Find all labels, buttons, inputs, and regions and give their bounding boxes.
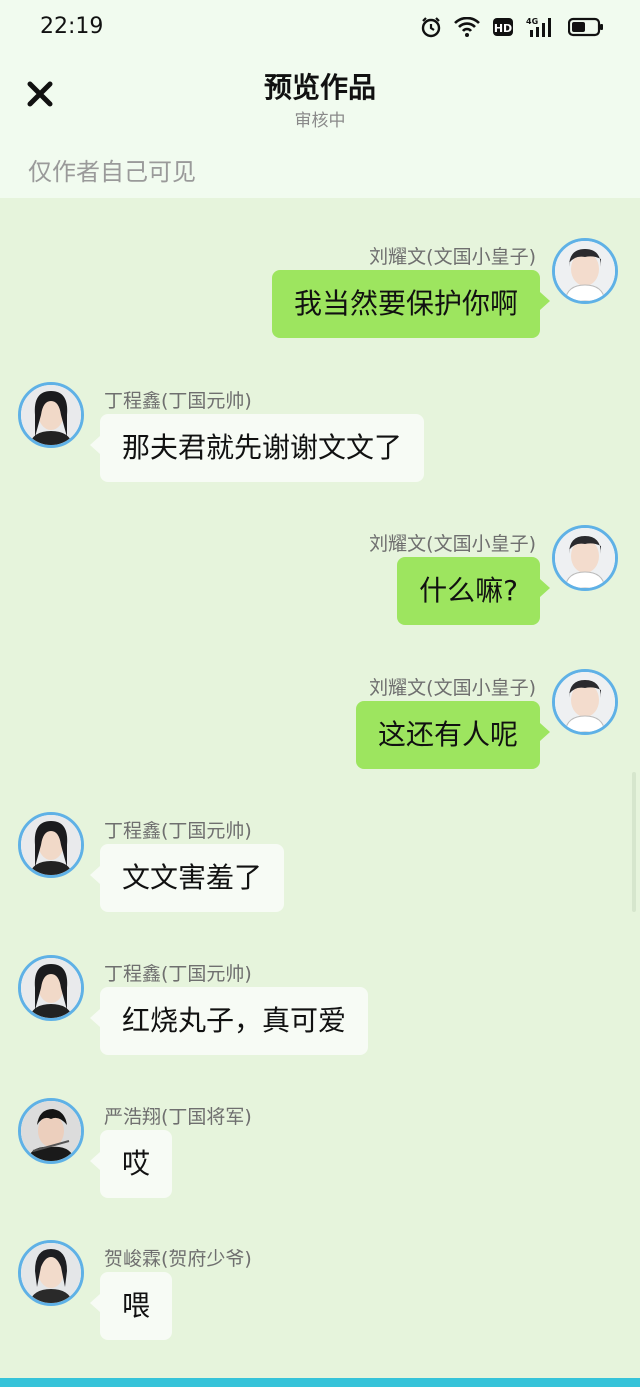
header: 预览作品 审核中 仅作者自己可见 [0, 56, 640, 198]
message-bubble[interactable]: 我当然要保护你啊 [271, 270, 551, 338]
avatar[interactable] [552, 669, 618, 735]
sender-name: 丁程鑫(丁国元帅) [104, 963, 252, 985]
bottom-accent-bar [0, 1378, 640, 1387]
message-bubble[interactable]: 哎 [89, 1130, 173, 1198]
network-label: 4G [526, 17, 538, 26]
avatar[interactable] [18, 955, 84, 1021]
hd-icon: HD [492, 17, 514, 37]
sender-name: 丁程鑫(丁国元帅) [104, 390, 252, 412]
avatar[interactable] [18, 1098, 84, 1164]
status-bar: 22:19 HD 4G [0, 0, 640, 56]
message-bubble[interactable]: 什么嘛? [397, 557, 550, 625]
sender-name: 刘耀文(文国小皇子) [369, 677, 536, 699]
wifi-icon [454, 17, 480, 37]
sender-name: 刘耀文(文国小皇子) [369, 246, 536, 268]
avatar[interactable] [552, 525, 618, 591]
message-bubble[interactable]: 那夫君就先谢谢文文了 [89, 414, 425, 482]
avatar[interactable] [18, 812, 84, 878]
sender-name: 刘耀文(文国小皇子) [369, 533, 536, 555]
scrollbar-thumb[interactable] [632, 772, 636, 912]
battery-icon [568, 17, 604, 37]
sender-name: 严浩翔(丁国将军) [104, 1106, 252, 1128]
status-time: 22:19 [40, 14, 104, 39]
visibility-note: 仅作者自己可见 [28, 158, 196, 186]
page-title: 预览作品 [263, 71, 376, 104]
hd-label: HD [494, 22, 512, 35]
avatar[interactable] [552, 238, 618, 304]
avatar[interactable] [18, 382, 84, 448]
status-icons: HD 4G [420, 16, 604, 38]
message-bubble[interactable]: 这还有人呢 [355, 701, 551, 769]
message-bubble[interactable]: 喂 [89, 1272, 173, 1340]
sender-name: 贺峻霖(贺府少爷) [104, 1248, 252, 1270]
chat-area[interactable]: 刘耀文(文国小皇子) 我当然要保护你啊 丁程鑫(丁国元帅) 那夫君就先谢谢文文了… [0, 198, 640, 1378]
review-status: 审核中 [294, 111, 346, 131]
avatar[interactable] [18, 1240, 84, 1306]
message-bubble[interactable]: 红烧丸子，真可爱 [89, 987, 369, 1055]
alarm-icon [420, 16, 442, 38]
message-bubble[interactable]: 文文害羞了 [89, 844, 285, 912]
signal-icon: 4G [526, 16, 556, 38]
sender-name: 丁程鑫(丁国元帅) [104, 820, 252, 842]
